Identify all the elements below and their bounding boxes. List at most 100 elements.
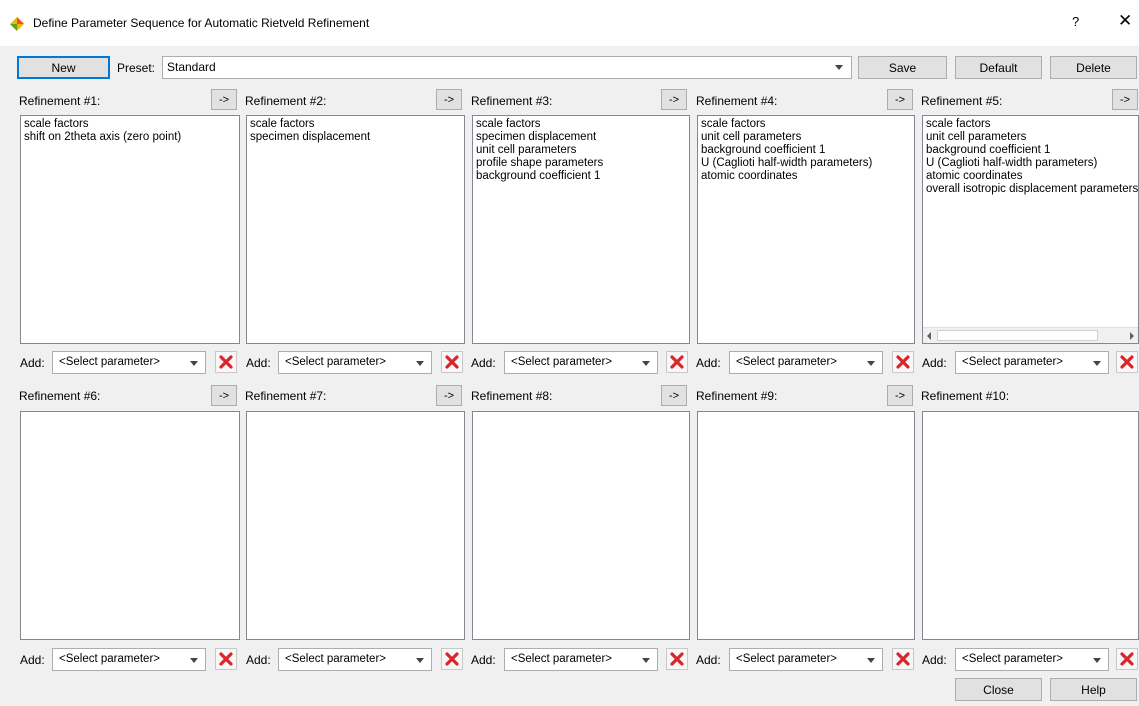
red-x-icon — [1120, 652, 1134, 666]
list-item[interactable]: unit cell parameters — [476, 144, 686, 157]
move-right-button[interactable]: -> — [436, 89, 462, 110]
parameter-select[interactable]: <Select parameter> — [955, 648, 1109, 671]
remove-parameter-button[interactable] — [215, 648, 237, 670]
add-label: Add: — [471, 653, 496, 667]
list-item[interactable]: specimen displacement — [250, 131, 461, 144]
parameter-list[interactable]: scale factors unit cell parameters backg… — [697, 115, 915, 344]
list-item[interactable]: unit cell parameters — [926, 131, 1135, 144]
select-placeholder: <Select parameter> — [59, 653, 161, 665]
refinement-title: Refinement #2: — [245, 94, 327, 108]
help-icon[interactable]: ? — [1072, 14, 1079, 29]
list-item[interactable]: U (Caglioti half-width parameters) — [701, 157, 911, 170]
new-button[interactable]: New — [17, 56, 110, 79]
parameter-select[interactable]: <Select parameter> — [52, 648, 206, 671]
select-placeholder: <Select parameter> — [962, 653, 1064, 665]
select-placeholder: <Select parameter> — [511, 356, 613, 368]
move-right-button[interactable]: -> — [661, 89, 687, 110]
remove-parameter-button[interactable] — [892, 351, 914, 373]
refinement-title: Refinement #8: — [471, 389, 553, 403]
list-item[interactable]: background coefficient 1 — [701, 144, 911, 157]
title-bar: Define Parameter Sequence for Automatic … — [0, 0, 1139, 46]
remove-parameter-button[interactable] — [666, 648, 688, 670]
add-label: Add: — [20, 356, 45, 370]
chevron-down-icon — [835, 65, 843, 70]
chevron-down-icon — [1093, 658, 1101, 663]
parameter-list[interactable]: scale factors unit cell parameters backg… — [922, 115, 1139, 344]
move-right-button[interactable]: -> — [211, 89, 237, 110]
parameter-select[interactable]: <Select parameter> — [729, 351, 883, 374]
move-right-button[interactable]: -> — [211, 385, 237, 406]
refinement-title: Refinement #10: — [921, 389, 1010, 403]
move-right-button[interactable]: -> — [1112, 89, 1138, 110]
parameter-list[interactable] — [246, 411, 465, 640]
select-placeholder: <Select parameter> — [59, 356, 161, 368]
remove-parameter-button[interactable] — [1116, 648, 1138, 670]
refinement-title: Refinement #3: — [471, 94, 553, 108]
save-button[interactable]: Save — [858, 56, 947, 79]
parameter-list[interactable] — [20, 411, 240, 640]
list-item[interactable]: overall isotropic displacement parameter… — [926, 183, 1138, 196]
remove-parameter-button[interactable] — [666, 351, 688, 373]
list-item[interactable]: unit cell parameters — [701, 131, 911, 144]
list-item[interactable]: scale factors — [250, 118, 461, 131]
parameter-list[interactable]: scale factors specimen displacement unit… — [472, 115, 690, 344]
move-right-button[interactable]: -> — [887, 385, 913, 406]
list-item[interactable]: scale factors — [476, 118, 686, 131]
help-button[interactable]: Help — [1050, 678, 1137, 701]
scrollbar-thumb[interactable] — [937, 330, 1098, 341]
red-x-icon — [896, 355, 910, 369]
list-item[interactable]: atomic coordinates — [926, 170, 1135, 183]
move-right-button[interactable]: -> — [661, 385, 687, 406]
scroll-left-icon[interactable] — [927, 332, 931, 340]
scroll-right-icon[interactable] — [1130, 332, 1134, 340]
parameter-list[interactable]: scale factors specimen displacement — [246, 115, 465, 344]
add-label: Add: — [471, 356, 496, 370]
list-item[interactable]: background coefficient 1 — [476, 170, 686, 183]
list-item[interactable]: specimen displacement — [476, 131, 686, 144]
select-placeholder: <Select parameter> — [511, 653, 613, 665]
remove-parameter-button[interactable] — [892, 648, 914, 670]
default-button[interactable]: Default — [955, 56, 1042, 79]
list-item[interactable]: scale factors — [701, 118, 911, 131]
chevron-down-icon — [642, 658, 650, 663]
list-item[interactable]: atomic coordinates — [701, 170, 911, 183]
preset-select[interactable]: Standard — [162, 56, 852, 79]
list-item[interactable]: profile shape parameters — [476, 157, 686, 170]
parameter-select[interactable]: <Select parameter> — [504, 648, 658, 671]
add-label: Add: — [246, 653, 271, 667]
parameter-select[interactable]: <Select parameter> — [504, 351, 658, 374]
parameter-select[interactable]: <Select parameter> — [278, 351, 432, 374]
add-label: Add: — [696, 653, 721, 667]
red-x-icon — [670, 355, 684, 369]
list-item[interactable]: shift on 2theta axis (zero point) — [24, 131, 236, 144]
red-x-icon — [896, 652, 910, 666]
add-label: Add: — [696, 356, 721, 370]
parameter-select[interactable]: <Select parameter> — [729, 648, 883, 671]
parameter-list[interactable] — [697, 411, 915, 640]
list-item[interactable]: background coefficient 1 — [926, 144, 1135, 157]
close-icon[interactable]: ✕ — [1118, 11, 1132, 31]
list-item[interactable]: scale factors — [926, 118, 1135, 131]
list-item[interactable]: U (Caglioti half-width parameters) — [926, 157, 1135, 170]
delete-button[interactable]: Delete — [1050, 56, 1137, 79]
remove-parameter-button[interactable] — [441, 351, 463, 373]
parameter-select[interactable]: <Select parameter> — [52, 351, 206, 374]
refinement-title: Refinement #7: — [245, 389, 327, 403]
move-right-button[interactable]: -> — [887, 89, 913, 110]
list-item[interactable]: scale factors — [24, 118, 236, 131]
remove-parameter-button[interactable] — [441, 648, 463, 670]
parameter-list[interactable] — [922, 411, 1139, 640]
chevron-down-icon — [642, 361, 650, 366]
horizontal-scrollbar[interactable] — [923, 327, 1138, 343]
parameter-select[interactable]: <Select parameter> — [955, 351, 1109, 374]
remove-parameter-button[interactable] — [1116, 351, 1138, 373]
close-button[interactable]: Close — [955, 678, 1042, 701]
remove-parameter-button[interactable] — [215, 351, 237, 373]
chevron-down-icon — [867, 658, 875, 663]
parameter-select[interactable]: <Select parameter> — [278, 648, 432, 671]
move-right-button[interactable]: -> — [436, 385, 462, 406]
parameter-list[interactable]: scale factors shift on 2theta axis (zero… — [20, 115, 240, 344]
refinement-title: Refinement #1: — [19, 94, 101, 108]
parameter-list[interactable] — [472, 411, 690, 640]
red-x-icon — [219, 652, 233, 666]
